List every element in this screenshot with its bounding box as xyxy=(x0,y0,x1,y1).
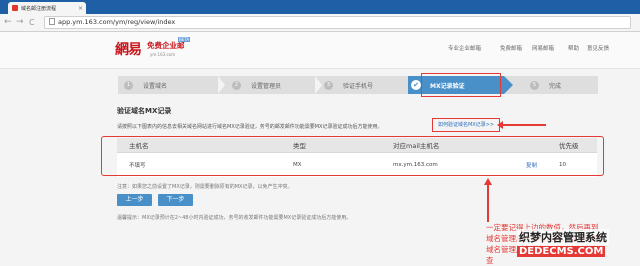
step-label: 设置域名 xyxy=(143,82,168,90)
reload-icon[interactable]: C xyxy=(29,17,35,28)
step-set-domain: 1 设置域名 xyxy=(124,76,167,94)
url-text: app.ym.163.com/ym/reg/view/index xyxy=(58,18,176,26)
nav-link-help[interactable]: 帮助 xyxy=(568,44,579,52)
prev-button[interactable]: 上一步 xyxy=(117,194,152,206)
url-field[interactable]: app.ym.163.com/ym/reg/view/index xyxy=(44,16,631,29)
logo-url: ym.163.com xyxy=(150,52,175,57)
step-label: 验证手机号 xyxy=(343,82,374,90)
tab-title: 域名邮注册流程 xyxy=(21,5,57,12)
step-number: 3 xyxy=(324,80,333,90)
nav-link-feedback[interactable]: 意见反馈 xyxy=(587,44,609,52)
watermark-line1: 织梦内容管理系统 xyxy=(517,229,609,245)
next-button[interactable]: 下一步 xyxy=(158,194,193,206)
highlight-box-table xyxy=(101,136,604,176)
nav-link-163-mail[interactable]: 网易邮箱 xyxy=(532,44,554,52)
progress-steps: 1 设置域名 2 设置管理员 3 验证手机号 ✔ MX记录验证 5 完成 xyxy=(118,76,598,94)
nav-link-free-mail[interactable]: 免费邮箱 xyxy=(500,44,522,52)
forward-arrow-icon[interactable]: → xyxy=(16,17,24,28)
notice-text: 注意：如果您之前设置了MX记录，则需要删除原有的MX记录，以免产生冲突。 xyxy=(117,184,293,190)
step-verify-phone: 3 验证手机号 xyxy=(324,76,373,94)
highlight-box-step xyxy=(421,73,501,97)
step-label: 设置管理员 xyxy=(251,82,282,90)
howto-verify-link[interactable]: 如何验证域名MX记录>> xyxy=(432,118,500,132)
favicon-icon xyxy=(12,5,18,11)
step-label: 完成 xyxy=(549,82,562,90)
arrow-line-vertical xyxy=(487,184,489,222)
back-arrow-icon[interactable]: ← xyxy=(4,17,12,28)
browser-tab-bar: 域名邮注册流程 × xyxy=(0,0,640,14)
step-number: 1 xyxy=(124,80,133,90)
step-set-admin: 2 设置管理员 xyxy=(232,76,281,94)
close-icon[interactable]: × xyxy=(78,5,83,12)
check-icon: ✔ xyxy=(411,80,421,90)
step-complete: 5 完成 xyxy=(530,76,561,94)
step-number: 5 xyxy=(530,80,539,90)
address-bar-area: ← → C app.ym.163.com/ym/reg/view/index xyxy=(0,14,640,32)
step-separator xyxy=(218,76,225,94)
arrow-line xyxy=(500,124,546,126)
beta-badge: BETA xyxy=(178,37,191,42)
page-icon xyxy=(49,18,55,25)
step-number: 2 xyxy=(232,80,241,90)
watermark-line2: DEDECMS.COM xyxy=(517,246,606,257)
tip-text: 温馨提示：MX记录预计在2~48小时内验证成功，务号的收发邮件功能需要MX记录验… xyxy=(117,215,352,221)
nav-link-pro-mail[interactable]: 专业企业邮箱 xyxy=(448,44,481,52)
step-separator xyxy=(315,76,322,94)
site-header: 網易 免费企业邮 BETA ym.163.com 专业企业邮箱 免费邮箱 网易邮… xyxy=(0,32,640,69)
section-title: 验证域名MX记录 xyxy=(117,107,172,115)
watermark: 织梦内容管理系统 DEDECMS.COM xyxy=(517,229,637,259)
instruction-text: 请按照以下图表内的信息去相关域名网站进行域名MX记录验证，务号的邮发邮件功能需要… xyxy=(117,124,383,130)
browser-tab[interactable]: 域名邮注册流程 × xyxy=(8,2,86,14)
netease-logo[interactable]: 網易 xyxy=(115,39,142,59)
